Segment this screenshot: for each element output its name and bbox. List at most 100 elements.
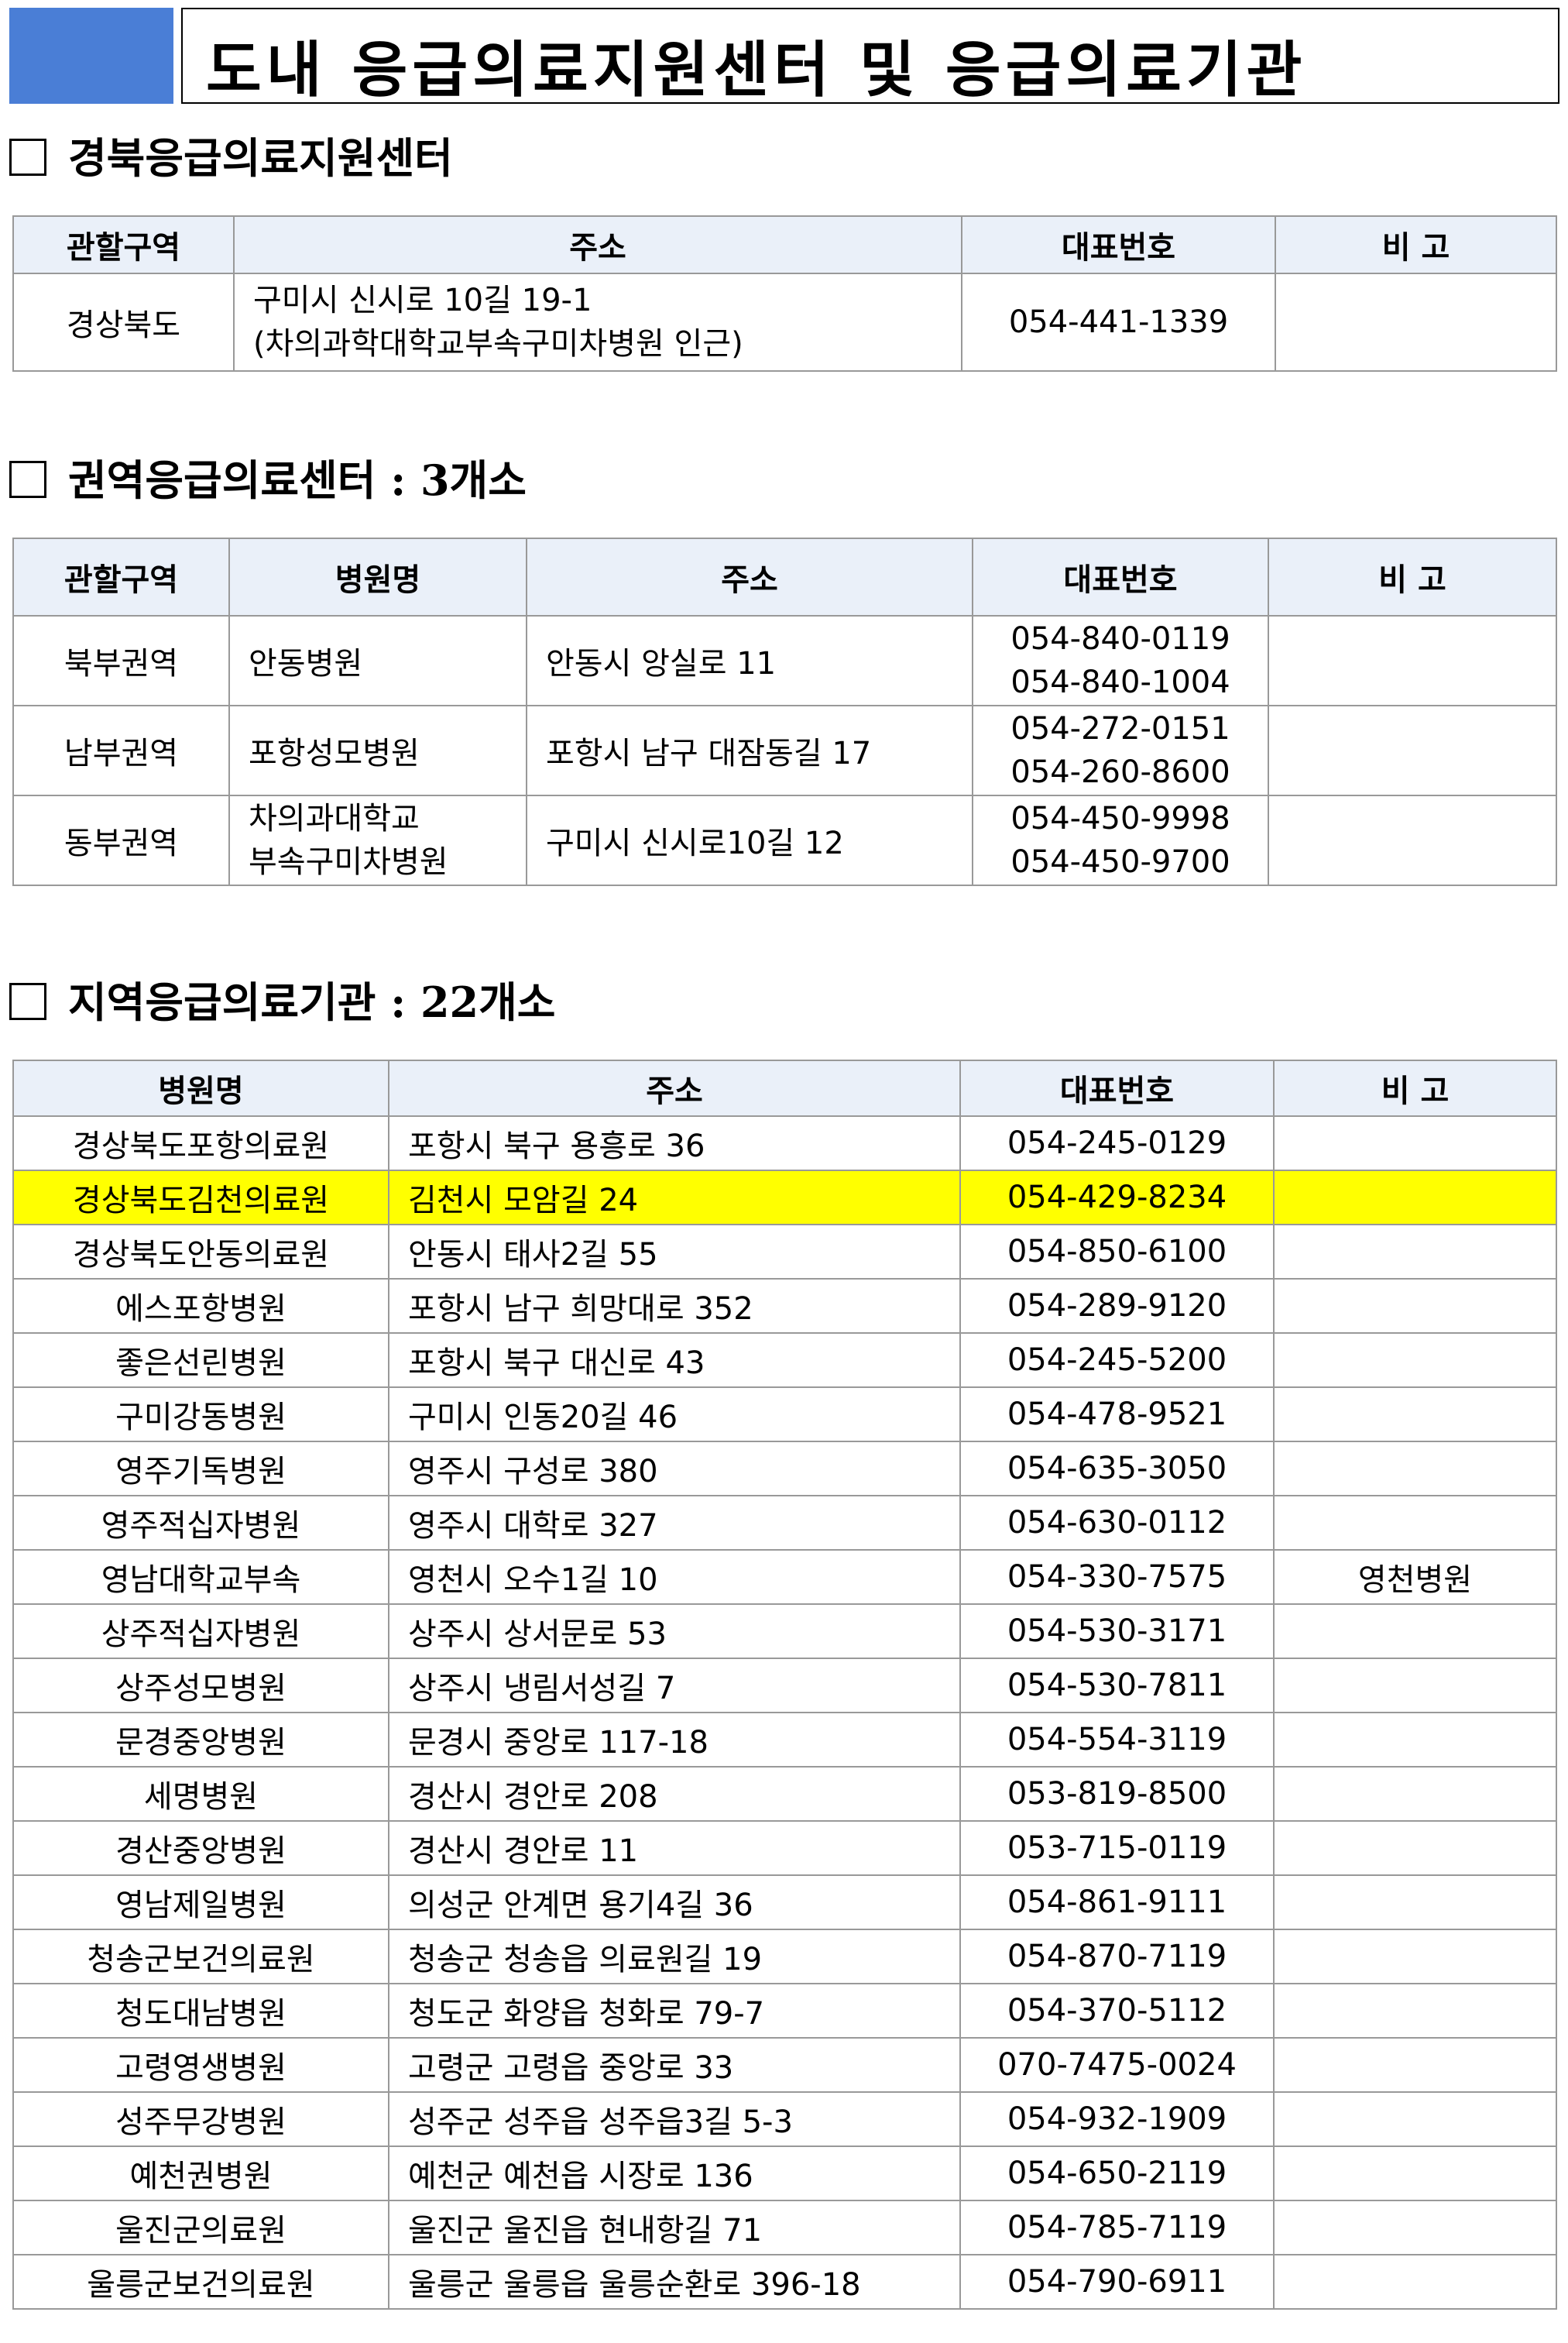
note-cell (1275, 273, 1557, 372)
address-cell: 포항시 남구 대잠동길 17 (526, 705, 973, 796)
table-row: 청송군보건의료원 청송군 청송읍 의료원길 19 054-870-7119 (12, 1929, 1557, 1984)
phone-cell: 054-650-2119 (959, 2145, 1275, 2201)
title-color-block (9, 8, 173, 104)
note-cell (1273, 1712, 1557, 1768)
local-institution-rows: 경상북도포항의료원 포항시 북구 용흥로 36 054-245-0129 경상북도김천… (12, 1115, 1557, 2310)
note-cell (1273, 1495, 1557, 1551)
section3-heading-text: 지역응급의료기관 : 22개소 (68, 977, 556, 1027)
phone-cell: 053-819-8500 (959, 1766, 1275, 1822)
note-cell (1273, 1820, 1557, 1876)
note-cell (1268, 705, 1557, 796)
note-cell (1273, 1332, 1557, 1388)
address-cell: 고령군 고령읍 중앙로 33 (388, 2037, 961, 2093)
hospital-name-cell: 고령영생병원 (12, 2037, 389, 2093)
column-header: 관할구역 (12, 538, 230, 617)
column-header: 주소 (388, 1060, 961, 1117)
phone-cell: 054-870-7119 (959, 1929, 1275, 1984)
table-row: 경상북도김천의료원 김천시 모암길 24 054-429-8234 (12, 1170, 1557, 1225)
title-header: 도내 응급의료지원센터 및 응급의료기관 (9, 8, 1559, 105)
table-header-row: 병원명 주소 대표번호 비 고 (12, 1060, 1557, 1117)
phone-cell: 054-861-9111 (959, 1874, 1275, 1930)
address-cell: 상주시 냉림서성길 7 (388, 1658, 961, 1713)
note-cell (1273, 1766, 1557, 1822)
hospital-name-cell: 좋은선린병원 (12, 1332, 389, 1388)
phone-cell: 054-245-0129 (959, 1115, 1275, 1171)
page: 도내 응급의료지원센터 및 응급의료기관 경북응급의료지원센터 관할구역 주소 … (0, 0, 1568, 2343)
column-header: 대표번호 (961, 215, 1276, 274)
hospital-name-cell: 청도대남병원 (12, 1983, 389, 2039)
hospital-name-cell: 경상북도안동의료원 (12, 1224, 389, 1280)
hospital-name-cell: 울진군의료원 (12, 2200, 389, 2255)
phone-cell: 054-630-0112 (959, 1495, 1275, 1551)
hospital-name-cell: 울릉군보건의료원 (12, 2254, 389, 2310)
checkbox-square-icon (9, 139, 46, 176)
table-row: 울진군의료원 울진군 울진읍 현내항길 71 054-785-7119 (12, 2200, 1557, 2255)
phone-line: 054-272-0151 (1010, 711, 1230, 747)
note-cell (1273, 1874, 1557, 1930)
phone-cell: 054-289-9120 (959, 1278, 1275, 1334)
table-row: 영남제일병원 의성군 안계면 용기4길 36 054-861-9111 (12, 1874, 1557, 1930)
address-cell: 영주시 대학로 327 (388, 1495, 961, 1551)
address-cell: 포항시 북구 용흥로 36 (388, 1115, 961, 1171)
address-cell: 청도군 화양읍 청화로 79-7 (388, 1983, 961, 2039)
table-row: 문경중앙병원 문경시 중앙로 117-18 054-554-3119 (12, 1712, 1557, 1768)
phone-cell: 054-635-3050 (959, 1441, 1275, 1496)
phone-line: 054-260-8600 (1010, 754, 1230, 790)
note-cell (1268, 615, 1557, 706)
table-row: 청도대남병원 청도군 화양읍 청화로 79-7 054-370-5112 (12, 1983, 1557, 2039)
section1-heading: 경북응급의료지원센터 (9, 124, 453, 185)
hospital-name-cell: 포항성모병원 (228, 705, 527, 796)
table-row: 경상북도포항의료원 포항시 북구 용흥로 36 054-245-0129 (12, 1115, 1557, 1171)
note-cell (1273, 1278, 1557, 1334)
phone-cell: 053-715-0119 (959, 1820, 1275, 1876)
phone-cell: 054-441-1339 (961, 273, 1276, 372)
phone-cell: 054-932-1909 (959, 2091, 1275, 2147)
phone-cell: 054-530-7811 (959, 1658, 1275, 1713)
note-cell (1273, 1386, 1557, 1442)
column-header: 병원명 (12, 1060, 389, 1117)
note-cell (1273, 2254, 1557, 2310)
phone-cell: 054-478-9521 (959, 1386, 1275, 1442)
table-header-row: 관할구역 병원명 주소 대표번호 비 고 (12, 538, 1557, 617)
hospital-name-cell: 경산중앙병원 (12, 1820, 389, 1876)
phone-cell: 054-272-0151 054-260-8600 (972, 705, 1269, 796)
hospital-name-cell: 에스포항병원 (12, 1278, 389, 1334)
note-cell (1273, 1983, 1557, 2039)
column-header: 병원명 (228, 538, 527, 617)
hospital-name-cell: 청송군보건의료원 (12, 1929, 389, 1984)
hospital-name-line: 부속구미차병원 (249, 844, 448, 880)
address-cell: 안동시 태사2길 55 (388, 1224, 961, 1280)
address-cell: 성주군 성주읍 성주읍3길 5-3 (388, 2091, 961, 2147)
phone-line: 054-840-0119 (1010, 621, 1230, 657)
table-row: 구미강동병원 구미시 인동20길 46 054-478-9521 (12, 1386, 1557, 1442)
table-row: 울릉군보건의료원 울릉군 울릉읍 울릉순환로 396-18 054-790-6911 (12, 2254, 1557, 2310)
address-cell: 영주시 구성로 380 (388, 1441, 961, 1496)
hospital-name-cell: 영주적십자병원 (12, 1495, 389, 1551)
table-row: 남부권역 포항성모병원 포항시 남구 대잠동길 17 054-272-0151 … (12, 705, 1557, 796)
section3-heading: 지역응급의료기관 : 22개소 (9, 968, 555, 1029)
support-center-table: 관할구역 주소 대표번호 비 고 경상북도 구미시 신시로 10길 19-1 (… (12, 215, 1557, 372)
hospital-name-cell: 세명병원 (12, 1766, 389, 1822)
column-header: 대표번호 (959, 1060, 1275, 1117)
note-cell: 영천병원 (1273, 1549, 1557, 1605)
section2-heading: 권역응급의료센터 : 3개소 (9, 446, 527, 507)
note-cell (1273, 1929, 1557, 1984)
section1-heading-text: 경북응급의료지원센터 (68, 133, 453, 183)
column-header: 관할구역 (12, 215, 235, 274)
region-cell: 동부권역 (12, 795, 230, 886)
table-row: 영주적십자병원 영주시 대학로 327 054-630-0112 (12, 1495, 1557, 1551)
table-header-row: 관할구역 주소 대표번호 비 고 (12, 215, 1557, 274)
checkbox-square-icon (9, 983, 46, 1020)
address-cell: 포항시 북구 대신로 43 (388, 1332, 961, 1388)
phone-cell: 054-790-6911 (959, 2254, 1275, 2310)
phone-cell: 054-370-5112 (959, 1983, 1275, 2039)
phone-cell: 054-429-8234 (959, 1170, 1275, 1225)
regional-center-table: 관할구역 병원명 주소 대표번호 비 고 북부권역 안동병원 안동시 앙실로 1… (12, 538, 1557, 886)
hospital-name-cell: 경상북도포항의료원 (12, 1115, 389, 1171)
table-row: 예천권병원 예천군 예천읍 시장로 136 054-650-2119 (12, 2145, 1557, 2201)
table-row: 성주무강병원 성주군 성주읍 성주읍3길 5-3 054-932-1909 (12, 2091, 1557, 2147)
note-cell (1273, 1441, 1557, 1496)
column-header: 주소 (526, 538, 973, 617)
address-cell: 구미시 신시로10길 12 (526, 795, 973, 886)
hospital-name-cell: 상주적십자병원 (12, 1603, 389, 1659)
